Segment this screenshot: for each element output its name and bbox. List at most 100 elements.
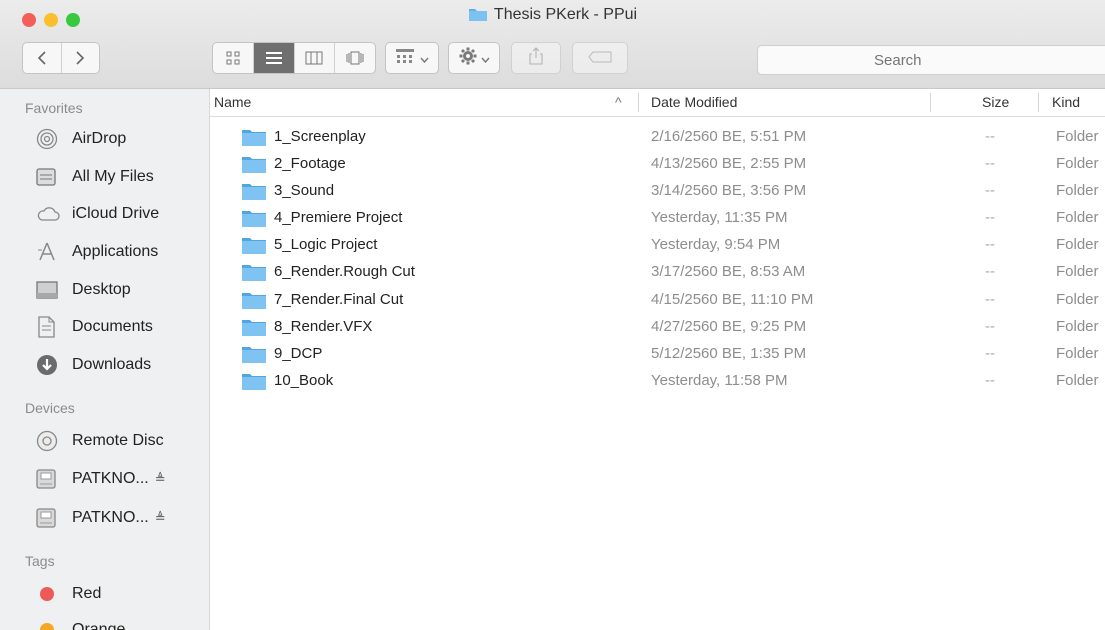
desktop-icon: [36, 278, 62, 302]
share-button[interactable]: [511, 42, 561, 74]
folder-icon: [241, 128, 267, 151]
sidebar-item-applications[interactable]: Applications: [36, 237, 206, 267]
tags-button[interactable]: [572, 42, 628, 74]
sidebar-item-all-my-files[interactable]: All My Files: [36, 162, 206, 192]
sort-indicator-icon[interactable]: ^: [615, 94, 622, 110]
sidebar-item-label: Orange: [72, 621, 126, 630]
back-forward-control: [22, 42, 100, 74]
sidebar-item-label: Desktop: [72, 281, 131, 298]
sidebar-item-airdrop[interactable]: AirDrop: [36, 124, 206, 154]
file-size: --: [985, 209, 995, 226]
file-kind: Folder: [1056, 318, 1099, 335]
file-name: 2_Footage: [274, 155, 346, 172]
file-name: 7_Render.Final Cut: [274, 291, 404, 308]
folder-icon: [241, 155, 267, 178]
finder-window: Thesis PKerk - PPui Search Favorites Air…: [0, 0, 1105, 630]
file-kind: Folder: [1056, 345, 1099, 362]
table-row[interactable]: 7_Render.Final Cut 4/15/2560 BE, 11:10 P…: [210, 286, 1105, 313]
window-title-area: Thesis PKerk - PPui: [0, 6, 1105, 27]
eject-icon[interactable]: ≜: [155, 510, 166, 526]
action-button[interactable]: [448, 42, 500, 74]
file-size: --: [985, 182, 995, 199]
coverflow-view-icon[interactable]: [335, 43, 375, 73]
file-date: 3/14/2560 BE, 3:56 PM: [651, 182, 807, 199]
table-row[interactable]: 1_Screenplay 2/16/2560 BE, 5:51 PM -- Fo…: [210, 123, 1105, 150]
column-divider[interactable]: [930, 93, 931, 112]
file-date: Yesterday, 9:54 PM: [651, 236, 781, 253]
file-name: 1_Screenplay: [274, 128, 366, 145]
arrange-button[interactable]: [385, 42, 439, 74]
table-row[interactable]: 8_Render.VFX 4/27/2560 BE, 9:25 PM -- Fo…: [210, 313, 1105, 340]
sidebar-item-drive-2[interactable]: PATKNO... ≜: [36, 503, 206, 533]
downloads-icon: [36, 353, 62, 377]
table-row[interactable]: 4_Premiere Project Yesterday, 11:35 PM -…: [210, 204, 1105, 231]
sidebar-item-remote-disc[interactable]: Remote Disc: [36, 426, 206, 456]
folder-icon: [241, 236, 267, 259]
list-view-icon[interactable]: [253, 43, 295, 73]
folder-icon: [241, 263, 267, 286]
table-row[interactable]: 9_DCP 5/12/2560 BE, 1:35 PM -- Folder: [210, 340, 1105, 367]
file-size: --: [985, 318, 995, 335]
table-row[interactable]: 2_Footage 4/13/2560 BE, 2:55 PM -- Folde…: [210, 150, 1105, 177]
all-files-icon: [36, 165, 62, 189]
file-kind: Folder: [1056, 182, 1099, 199]
sidebar-item-drive-1[interactable]: PATKNO... ≜: [36, 464, 206, 494]
chevron-right-icon[interactable]: [62, 43, 100, 73]
column-size[interactable]: Size: [982, 94, 1009, 110]
sidebar-item-label: Applications: [72, 243, 159, 260]
search-input[interactable]: [757, 45, 1105, 75]
file-size: --: [985, 155, 995, 172]
column-date-modified[interactable]: Date Modified: [651, 94, 737, 110]
column-divider[interactable]: [638, 93, 639, 112]
column-kind[interactable]: Kind: [1052, 94, 1080, 110]
orange-dot-icon: [40, 623, 54, 630]
column-view-icon[interactable]: [295, 43, 336, 73]
tag-icon: [588, 48, 612, 68]
sidebar-item-tag-orange[interactable]: Orange: [36, 615, 206, 630]
eject-icon[interactable]: ≜: [155, 471, 166, 487]
sidebar-item-label: PATKNO...: [72, 470, 149, 487]
table-row[interactable]: 10_Book Yesterday, 11:58 PM -- Folder: [210, 367, 1105, 394]
file-date: Yesterday, 11:35 PM: [651, 209, 788, 226]
table-row[interactable]: 6_Render.Rough Cut 3/17/2560 BE, 8:53 AM…: [210, 258, 1105, 285]
folder-icon: [241, 209, 267, 232]
file-size: --: [985, 236, 995, 253]
gear-icon: [459, 47, 477, 70]
file-kind: Folder: [1056, 128, 1099, 145]
sidebar-section-devices: Devices: [25, 400, 75, 416]
file-kind: Folder: [1056, 236, 1099, 253]
sidebar-item-label: Remote Disc: [72, 432, 164, 449]
airdrop-icon: [36, 127, 62, 151]
sidebar-item-tag-red[interactable]: Red: [36, 579, 206, 609]
column-divider[interactable]: [1038, 93, 1039, 112]
column-name[interactable]: Name: [214, 94, 251, 110]
disc-icon: [36, 429, 62, 453]
file-list: Name ^ Date Modified Size Kind 1_Screenp…: [209, 89, 1105, 630]
table-row[interactable]: 3_Sound 3/14/2560 BE, 3:56 PM -- Folder: [210, 177, 1105, 204]
sidebar-item-desktop[interactable]: Desktop: [36, 275, 206, 305]
documents-icon: [36, 315, 62, 339]
chevron-left-icon[interactable]: [23, 43, 62, 73]
file-date: 3/17/2560 BE, 8:53 AM: [651, 263, 806, 280]
sidebar-item-label: Documents: [72, 318, 153, 335]
sidebar-item-downloads[interactable]: Downloads: [36, 350, 206, 380]
drive-icon: [36, 467, 62, 491]
file-name: 6_Render.Rough Cut: [274, 263, 415, 280]
sidebar-item-label: All My Files: [72, 168, 154, 185]
drive-icon: [36, 506, 62, 530]
file-name: 4_Premiere Project: [274, 209, 403, 226]
table-row[interactable]: 5_Logic Project Yesterday, 9:54 PM -- Fo…: [210, 231, 1105, 258]
file-name: 9_DCP: [274, 345, 323, 362]
sidebar-item-documents[interactable]: Documents: [36, 312, 206, 342]
icon-view-icon[interactable]: [213, 43, 254, 73]
folder-icon: [241, 345, 267, 368]
sidebar-section-tags: Tags: [25, 553, 55, 569]
window-title: Thesis PKerk - PPui: [493, 6, 638, 23]
sidebar-item-icloud-drive[interactable]: iCloud Drive: [36, 199, 206, 229]
file-date: 5/12/2560 BE, 1:35 PM: [651, 345, 807, 362]
sidebar-item-label: AirDrop: [72, 130, 127, 147]
file-size: --: [985, 372, 995, 389]
file-name: 5_Logic Project: [274, 236, 378, 253]
sidebar-section-favorites: Favorites: [25, 100, 83, 116]
sidebar-item-label: Downloads: [72, 356, 152, 373]
